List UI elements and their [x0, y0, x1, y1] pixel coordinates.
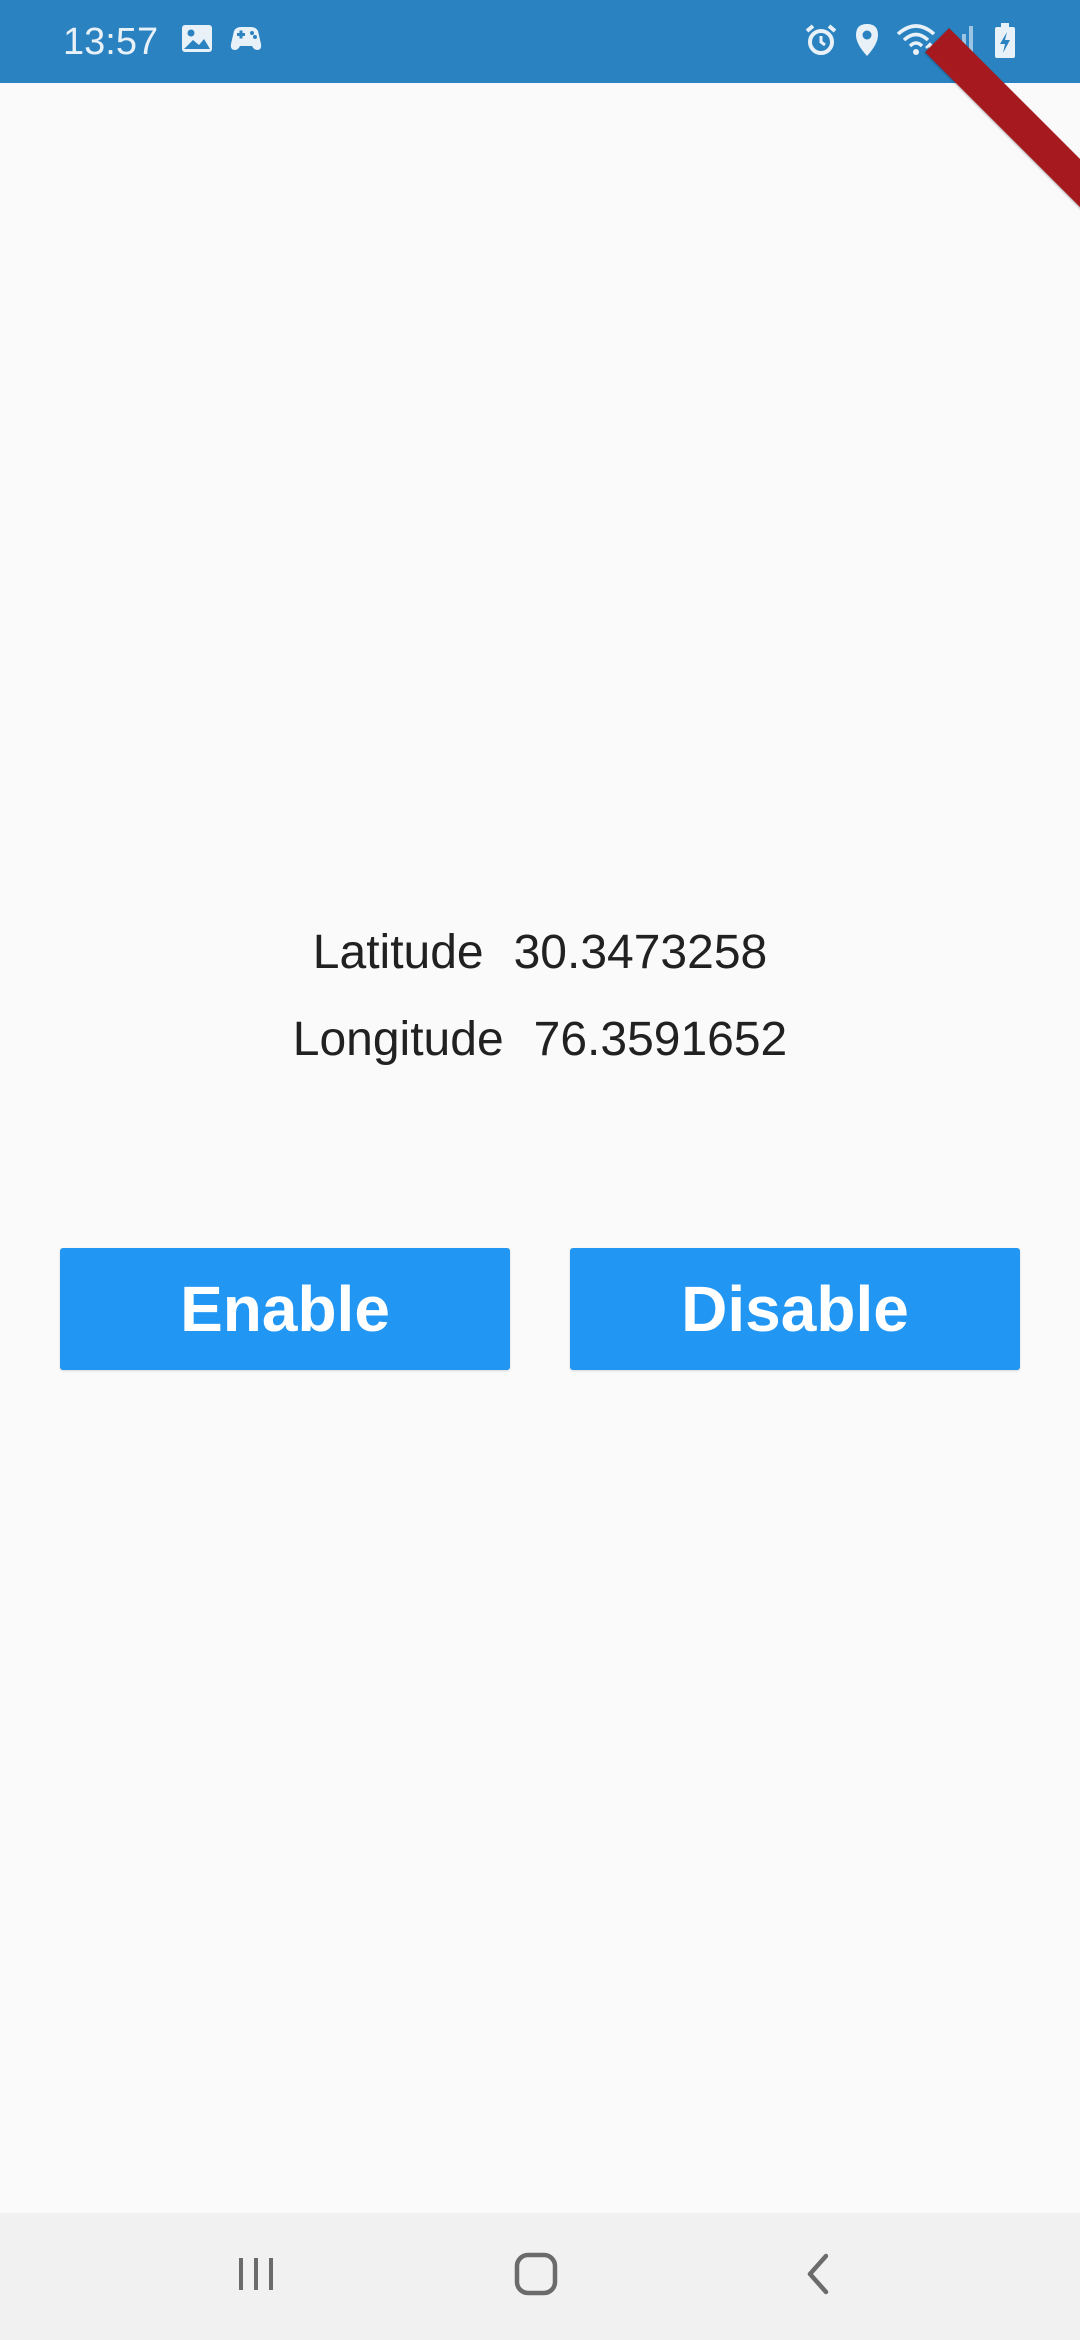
back-icon: [800, 2250, 836, 2303]
back-button[interactable]: [718, 2213, 918, 2340]
longitude-row: Longitude 76.3591652: [0, 1009, 1080, 1069]
navigation-bar: [0, 2213, 1080, 2340]
latitude-value: 30.3473258: [513, 925, 768, 979]
status-time: 13:57: [63, 21, 159, 63]
game-controller-icon: [228, 22, 264, 60]
latitude-row: Latitude 30.3473258: [0, 922, 1080, 982]
longitude-label: Longitude: [292, 1012, 504, 1066]
image-icon: [180, 22, 214, 60]
recents-button[interactable]: [156, 2213, 356, 2340]
latitude-label: Latitude: [312, 925, 484, 979]
longitude-value: 76.3591652: [533, 1012, 788, 1066]
recents-icon: [234, 2254, 278, 2299]
status-bar: 13:57: [0, 0, 1080, 83]
alarm-icon: [803, 22, 839, 60]
battery-charging-icon: [992, 22, 1018, 60]
app-screen: 13:57 Latitude 30.3473258 Longitude 76.3…: [0, 0, 1080, 2340]
home-button[interactable]: [436, 2213, 636, 2340]
location-pin-icon: [852, 22, 882, 60]
disable-button[interactable]: Disable: [570, 1248, 1020, 1370]
home-icon: [512, 2250, 560, 2303]
enable-button[interactable]: Enable: [60, 1248, 510, 1370]
